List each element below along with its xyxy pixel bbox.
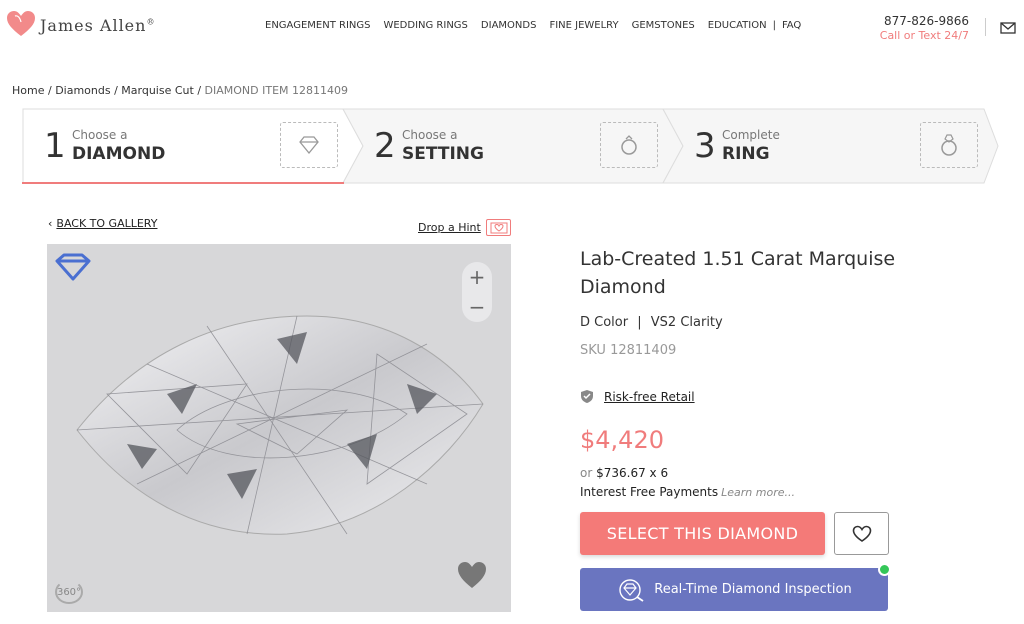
product-title: Lab-Created 1.51 Carat Marquise Diamond <box>580 248 896 298</box>
step-title: DIAMOND <box>72 144 166 164</box>
heart-logo-icon <box>7 11 35 36</box>
breadcrumb-diamonds[interactable]: Diamonds <box>55 84 110 97</box>
nav-separator: | <box>772 20 776 31</box>
drop-a-hint-link[interactable]: Drop a Hint <box>418 221 481 234</box>
clarity-grade: VS2 Clarity <box>650 315 723 330</box>
breadcrumb-marquise[interactable]: Marquise Cut <box>121 84 194 97</box>
shield-check-icon <box>581 390 593 403</box>
diamond-icon <box>280 122 338 168</box>
rotate-360-icon[interactable]: 360° <box>55 580 83 604</box>
step-subtitle: Choose a <box>72 128 128 142</box>
nav-education[interactable]: EDUCATION <box>708 20 767 31</box>
step-subtitle: Complete <box>722 128 780 142</box>
real-time-inspection-button[interactable]: Real-Time Diamond Inspection <box>580 568 888 611</box>
brand-logo[interactable]: James Allen® <box>6 10 155 38</box>
nav-wedding-rings[interactable]: WEDDING RINGS <box>383 20 467 31</box>
heart-outline-icon <box>852 525 871 542</box>
phone-number[interactable]: 877-826-9866 <box>880 14 969 28</box>
product-specs: D Color | VS2 Clarity <box>580 315 723 330</box>
diamond-viewer[interactable]: + − 360° <box>47 244 511 612</box>
header-divider <box>985 18 986 36</box>
chevron-left-icon: ‹ <box>48 217 53 230</box>
nav-gemstones[interactable]: GEMSTONES <box>632 20 695 31</box>
step-diamond[interactable]: 1 Choose a DIAMOND <box>22 108 344 184</box>
product-sku: SKU 12811409 <box>580 343 677 358</box>
select-diamond-button[interactable]: SELECT THIS DIAMOND <box>580 512 825 555</box>
contact-phone[interactable]: 877-826-9866 Call or Text 24/7 <box>880 14 969 42</box>
ring-icon <box>920 122 978 168</box>
risk-free-link[interactable]: Risk-free Retail <box>604 390 695 404</box>
step-subtitle: Choose a <box>402 128 458 142</box>
learn-more-link[interactable]: Learn more... <box>721 486 795 499</box>
nav-diamonds[interactable]: DIAMONDS <box>481 20 537 31</box>
wishlist-button[interactable] <box>834 512 889 555</box>
step-number: 1 <box>44 126 66 166</box>
breadcrumb: Home / Diamonds / Marquise Cut / DIAMOND… <box>12 84 349 97</box>
diamond-image <box>76 315 484 535</box>
breadcrumb-current: DIAMOND ITEM 12811409 <box>204 84 349 97</box>
interest-free-text: Interest Free Payments Learn more... <box>580 485 795 499</box>
main-nav: ENGAGEMENT RINGS WEDDING RINGS DIAMONDS … <box>265 20 814 31</box>
heart-badge-icon <box>458 562 486 588</box>
breadcrumb-home[interactable]: Home <box>12 84 44 97</box>
product-price: $4,420 <box>580 426 664 454</box>
step-setting[interactable]: 2 Choose a SETTING <box>352 108 672 184</box>
nav-fine-jewelry[interactable]: FINE JEWELRY <box>549 20 618 31</box>
monthly-payment: or $736.67 x 6 <box>580 466 669 480</box>
step-number: 2 <box>374 126 396 166</box>
diamond-inspect-icon <box>619 578 644 602</box>
back-to-gallery-link[interactable]: ‹ BACK TO GALLERY <box>48 217 157 230</box>
heart-envelope-icon[interactable] <box>486 219 511 236</box>
step-ring[interactable]: 3 Complete RING <box>672 108 992 184</box>
call-text: Call or Text 24/7 <box>879 29 969 42</box>
step-number: 3 <box>694 126 716 166</box>
color-grade: D Color <box>580 315 629 330</box>
nav-faq[interactable]: FAQ <box>782 20 801 31</box>
live-status-dot <box>878 563 891 576</box>
site-header: James Allen® ENGAGEMENT RINGS WEDDING RI… <box>0 0 1024 56</box>
step-title: RING <box>722 144 770 164</box>
mail-icon[interactable] <box>1000 20 1016 39</box>
brand-name: James Allen® <box>40 15 156 35</box>
risk-free-retail[interactable]: Risk-free Retail <box>580 389 695 404</box>
build-steps: 1 Choose a DIAMOND 2 Choose a SETTING 3 … <box>22 108 1000 184</box>
step-title: SETTING <box>402 144 484 164</box>
ring-setting-icon <box>600 122 658 168</box>
nav-engagement-rings[interactable]: ENGAGEMENT RINGS <box>265 20 370 31</box>
